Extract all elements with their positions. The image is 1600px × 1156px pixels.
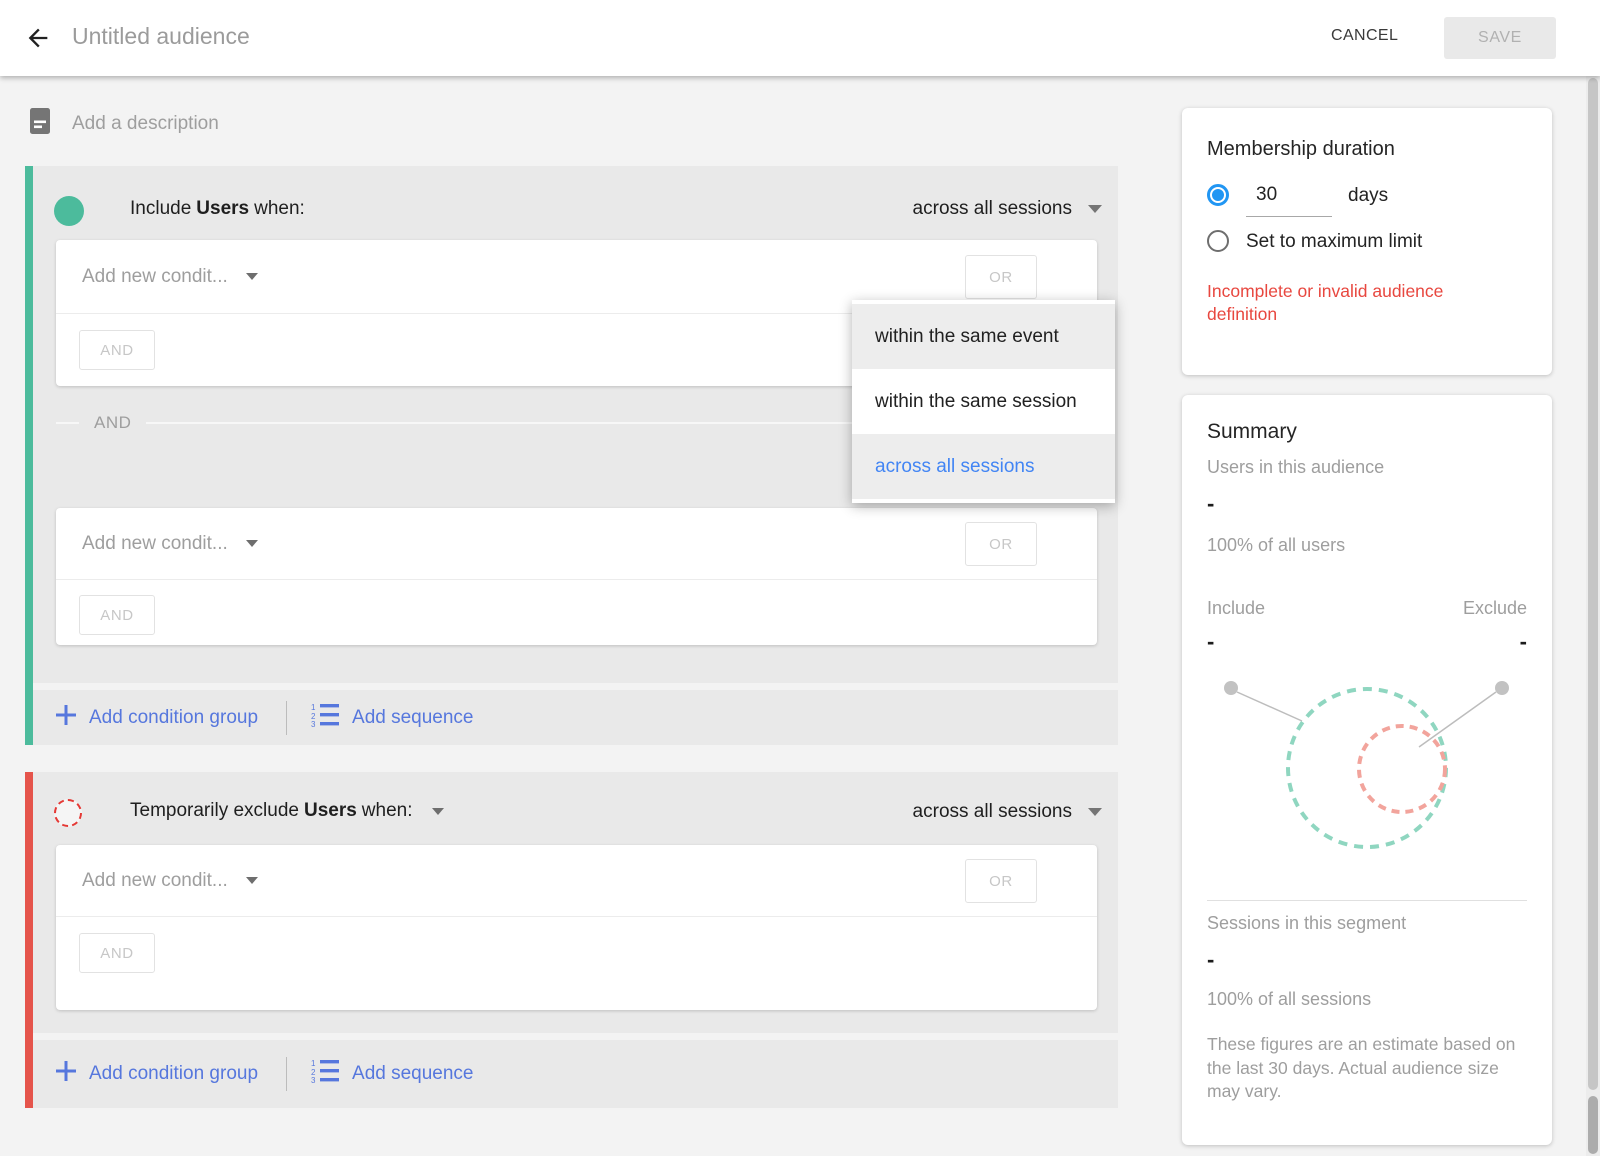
divider [286, 701, 287, 735]
include-accent-bar [25, 166, 33, 745]
condition-row: Add new condit... OR [56, 845, 1097, 917]
svg-text:3: 3 [311, 1076, 316, 1083]
add-sequence-button[interactable]: 123 Add sequence [311, 703, 474, 733]
exclude-group-footer: Add condition group 123 Add sequence [56, 1040, 1118, 1108]
svg-text:1: 1 [311, 1059, 316, 1068]
include-label: Include [1207, 598, 1265, 619]
sessions-value: - [1207, 947, 1214, 973]
audience-error-message: Incomplete or invalid audience definitio… [1207, 280, 1512, 327]
chevron-down-icon [246, 273, 258, 280]
scope-dropdown-menu: within the same event within the same se… [852, 300, 1115, 503]
or-button[interactable]: OR [965, 859, 1037, 903]
plus-icon [56, 705, 76, 731]
scrollbar-cap [1588, 1096, 1598, 1154]
membership-title: Membership duration [1207, 138, 1395, 161]
add-condition-group-button[interactable]: Add condition group [56, 1061, 258, 1087]
menu-item-across-all-sessions[interactable]: across all sessions [852, 434, 1115, 499]
and-button[interactable]: AND [79, 933, 155, 973]
plus-icon [56, 1061, 76, 1087]
and-button[interactable]: AND [79, 595, 155, 635]
exclude-accent-bar [25, 772, 33, 1108]
save-button[interactable]: SAVE [1444, 17, 1556, 59]
and-button[interactable]: AND [79, 330, 155, 370]
or-button[interactable]: OR [965, 522, 1037, 566]
back-arrow-icon[interactable] [20, 20, 56, 56]
users-in-audience-label: Users in this audience [1207, 457, 1384, 478]
chevron-down-icon [246, 877, 258, 884]
numbered-list-icon: 123 [311, 703, 339, 733]
exclude-section: Temporarily excludeUserswhen: across all… [25, 772, 1118, 1108]
include-filled-circle-icon [54, 196, 84, 226]
or-button[interactable]: OR [965, 255, 1037, 299]
include-condition-card-2: Add new condit... OR AND [56, 508, 1097, 645]
add-sequence-button[interactable]: 123 Add sequence [311, 1059, 474, 1089]
venn-diagram [1182, 665, 1552, 900]
summary-title: Summary [1207, 420, 1297, 444]
exclude-section-label[interactable]: Temporarily excludeUserswhen: [130, 800, 449, 822]
document-icon [30, 108, 50, 139]
sessions-percent-label: 100% of all sessions [1207, 989, 1371, 1010]
membership-duration-card: Membership duration 30 days Set to maxim… [1182, 108, 1552, 375]
add-condition-dropdown[interactable]: Add new condit... [82, 533, 228, 555]
summary-card: Summary Users in this audience - 100% of… [1182, 395, 1552, 1145]
menu-item-within-same-event[interactable]: within the same event [852, 304, 1115, 369]
description-placeholder: Add a description [72, 113, 219, 135]
include-value: - [1207, 629, 1214, 655]
max-limit-label: Set to maximum limit [1246, 231, 1422, 253]
days-radio-selected[interactable] [1207, 184, 1229, 206]
include-venn-circle [1288, 689, 1446, 847]
sessions-label: Sessions in this segment [1207, 913, 1406, 934]
chevron-down-icon [1088, 808, 1102, 816]
add-condition-dropdown[interactable]: Add new condit... [82, 870, 228, 892]
description-row[interactable]: Add a description [30, 108, 219, 139]
divider [286, 1057, 287, 1091]
menu-item-within-same-session[interactable]: within the same session [852, 369, 1115, 434]
include-leader-line [1237, 692, 1302, 721]
users-percent-label: 100% of all users [1207, 535, 1345, 556]
exclude-condition-card: Add new condit... OR AND [56, 845, 1097, 1010]
svg-text:3: 3 [311, 720, 316, 727]
footer-separator [33, 1033, 1118, 1040]
exclude-leader-line [1419, 692, 1496, 747]
exclude-scope-dropdown[interactable]: across all sessions [913, 801, 1102, 823]
max-limit-radio[interactable] [1207, 230, 1229, 252]
chevron-down-icon [432, 808, 444, 815]
add-condition-group-button[interactable]: Add condition group [56, 705, 258, 731]
summary-divider [1207, 900, 1527, 901]
duration-days-input[interactable]: 30 [1246, 184, 1332, 217]
exclude-label: Exclude [1463, 598, 1527, 619]
include-group-footer: Add condition group 123 Add sequence [56, 690, 1118, 745]
include-section-label: IncludeUserswhen: [130, 198, 310, 220]
users-in-audience-value: - [1207, 491, 1214, 517]
numbered-list-icon: 123 [311, 1059, 339, 1089]
cancel-button[interactable]: CANCEL [1331, 27, 1398, 45]
exclude-dashed-circle-icon [54, 799, 82, 827]
condition-row: Add new condit... OR [56, 508, 1097, 580]
scrollbar-thumb[interactable] [1588, 78, 1598, 1090]
duration-unit-label: days [1348, 185, 1388, 207]
audience-builder-page: Untitled audience CANCEL SAVE Add a desc… [0, 0, 1600, 1156]
chevron-down-icon [246, 540, 258, 547]
chevron-down-icon [1088, 205, 1102, 213]
exclude-leader-dot [1495, 681, 1509, 695]
estimate-disclaimer: These figures are an estimate based on t… [1207, 1033, 1529, 1104]
footer-separator [33, 683, 1118, 690]
app-header: Untitled audience CANCEL SAVE [0, 0, 1600, 76]
include-leader-dot [1224, 681, 1238, 695]
exclude-value: - [1520, 629, 1527, 655]
exclude-venn-circle [1359, 726, 1445, 812]
add-condition-dropdown[interactable]: Add new condit... [82, 266, 228, 288]
include-scope-dropdown[interactable]: across all sessions [913, 198, 1102, 220]
audience-name-input[interactable]: Untitled audience [72, 23, 250, 50]
vertical-scrollbar[interactable] [1586, 76, 1600, 1156]
svg-text:1: 1 [311, 703, 316, 712]
